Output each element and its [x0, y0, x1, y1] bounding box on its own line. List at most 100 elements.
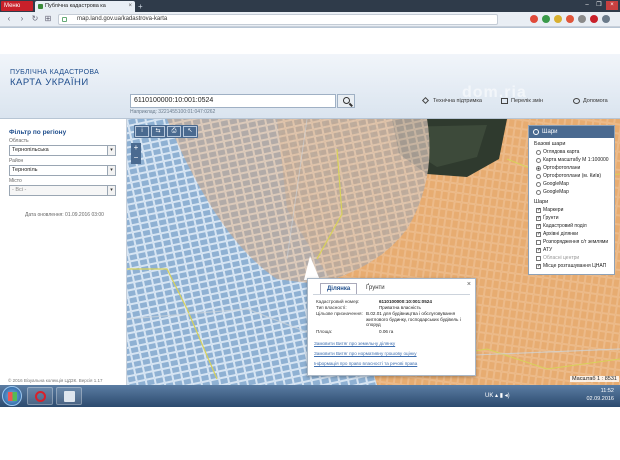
extension-icon[interactable] — [530, 15, 538, 23]
maximize-button[interactable]: ❐ — [594, 1, 604, 10]
start-button[interactable] — [2, 386, 22, 406]
close-window-button[interactable]: × — [606, 1, 618, 10]
layer-checkbox-soils[interactable]: Ґрунти — [536, 215, 559, 222]
ownership-value: Приватна власність — [379, 305, 421, 310]
extension-icon[interactable] — [578, 15, 586, 23]
back-icon[interactable]: ‹ — [4, 14, 14, 24]
parcel-info-popup: Ділянка Ґрунти × Кадастровий номер: 6110… — [307, 278, 476, 376]
clock[interactable]: 11:52 02.09.2016 — [586, 387, 614, 403]
page-info-icon[interactable] — [62, 17, 67, 22]
layers-panel: Шари Базові шари Оглядова карта Карта ма… — [528, 125, 615, 275]
base-layer-option[interactable]: GoogleMap — [536, 181, 569, 188]
taskbar-app[interactable] — [56, 387, 82, 405]
clock-time: 11:52 — [600, 388, 614, 394]
city-select[interactable]: - Всі - ▾ — [9, 185, 116, 196]
base-layer-option[interactable]: Оглядова карта — [536, 149, 579, 156]
site-favicon-icon — [38, 4, 43, 9]
site-header — [0, 54, 620, 119]
zoom-out-button[interactable]: − — [131, 153, 141, 163]
popup-pointer — [304, 256, 320, 280]
search-icon — [343, 97, 350, 104]
layer-checkbox-cnap[interactable]: Місце розташування ЦНАП — [536, 263, 606, 270]
reload-icon[interactable]: ↻ — [30, 14, 40, 24]
chevron-down-icon: ▾ — [107, 166, 115, 175]
radio-icon — [536, 190, 541, 195]
minimize-button[interactable]: – — [582, 1, 592, 10]
order-parcel-extract-link[interactable]: Замовити Витяг про земельну ділянку — [314, 341, 395, 346]
taskbar-opera[interactable] — [27, 387, 53, 405]
base-layer-option[interactable]: GoogleMap — [536, 189, 569, 196]
extension-icon[interactable] — [566, 15, 574, 23]
base-layer-option[interactable]: Карта масштабу М 1:100000 — [536, 157, 609, 164]
radio-icon — [536, 158, 541, 163]
forward-icon[interactable]: › — [17, 14, 27, 24]
radio-icon — [536, 174, 541, 179]
map-scale: Масштаб 1 : 8531 — [570, 376, 619, 382]
opera-icon — [35, 391, 46, 402]
overlay-layers-title: Шари — [534, 199, 549, 205]
address-bar: ‹ › ↻ ⊞ map.land.gov.ua/kadastrova-karta — [0, 12, 620, 27]
tab-close-icon[interactable]: × — [128, 1, 132, 12]
ownership-info-link[interactable]: Інформація про право власності та речові… — [314, 361, 417, 366]
region-select[interactable]: Тернопільська ▾ — [9, 145, 116, 156]
clock-date: 02.09.2016 — [586, 396, 614, 402]
tab-soils[interactable]: Ґрунти — [360, 283, 391, 294]
layers-header[interactable]: Шари — [529, 126, 614, 138]
layer-checkbox-markers[interactable]: Маркери — [536, 207, 563, 214]
gear-icon — [533, 129, 539, 135]
taskbar: UK ▴ ▮ ◂) 11:52 02.09.2016 — [0, 385, 620, 407]
site-title-line1: ПУБЛІЧНА КАДАСТРОВА — [10, 69, 100, 76]
extension-icon[interactable] — [554, 15, 562, 23]
area-label: Площа: — [316, 329, 333, 334]
language-indicator[interactable]: UK — [485, 393, 493, 399]
measure-tool-button[interactable]: ⇆ — [151, 126, 165, 137]
base-layers-title: Базові шари — [534, 141, 566, 147]
extension-icon[interactable] — [542, 15, 550, 23]
district-label: Район — [9, 158, 24, 164]
browser-menu-button[interactable]: Меню — [1, 1, 33, 11]
tab-title: Публічна кадастрова ка — [45, 3, 106, 9]
tray-icons: UK ▴ ▮ ◂) — [485, 392, 510, 399]
browser-tab-bar: Меню Публічна кадастрова ка × + – ❐ × — [0, 0, 620, 12]
search-button[interactable] — [337, 94, 355, 108]
layer-checkbox-centers[interactable]: Обласні центри — [536, 255, 579, 262]
select-tool-button[interactable]: ↖ — [183, 126, 197, 137]
city-label: Місто — [9, 178, 22, 184]
url-text: map.land.gov.ua/kadastrova-karta — [77, 16, 168, 22]
layer-checkbox-atu[interactable]: АТУ — [536, 247, 552, 254]
base-layer-option[interactable]: Ортофотоплани — [536, 165, 580, 172]
area-value: 0.06 га — [379, 329, 394, 334]
checkbox-checked-icon — [536, 223, 541, 230]
tray-icon[interactable]: ▴ ▮ ◂) — [495, 393, 510, 399]
district-select[interactable]: Тернопіль ▾ — [9, 165, 116, 176]
wrench-icon — [421, 96, 430, 105]
base-layer-option[interactable]: Ортофотоплани (м. Київ) — [536, 173, 601, 180]
region-label: Область — [9, 138, 29, 144]
new-tab-icon[interactable]: + — [138, 3, 143, 11]
close-icon[interactable]: × — [467, 281, 471, 288]
layer-checkbox-agri[interactable]: Розпорядження с/г землями — [536, 239, 608, 246]
opera-icon[interactable] — [590, 15, 598, 23]
order-valuation-extract-link[interactable]: Замовити Витяг про нормативну грошову оц… — [314, 351, 417, 356]
zoom-in-button[interactable]: + — [131, 143, 141, 153]
app-icon — [64, 391, 75, 402]
print-tool-button[interactable]: ⎙ — [167, 126, 181, 137]
zoom-control: + − — [131, 143, 141, 164]
extension-icon[interactable] — [602, 15, 610, 23]
layer-checkbox-cadastre[interactable]: Кадастровий поділ — [536, 223, 587, 230]
browser-tab[interactable]: Публічна кадастрова ка × — [35, 1, 135, 12]
background — [0, 407, 620, 460]
speed-dial-icon[interactable]: ⊞ — [43, 14, 53, 24]
info-tool-button[interactable]: i — [135, 126, 149, 137]
cadastral-search-input[interactable]: 6110100000:10:001:0524 — [130, 94, 336, 108]
checkbox-icon — [536, 256, 541, 261]
watermark: dom.ria — [462, 84, 527, 101]
purpose-value: В.02.01 для будівництва і обслуговування… — [366, 311, 461, 327]
site-title-line2: КАРТА УКРАЇНИ — [10, 77, 89, 88]
windows-logo-icon — [8, 392, 17, 401]
cadastral-number-label: Кадастровий номер: — [316, 299, 360, 304]
layer-checkbox-archive[interactable]: Архівні ділянки — [536, 231, 578, 238]
help-link[interactable]: Допомога — [573, 96, 608, 106]
url-input[interactable]: map.land.gov.ua/kadastrova-karta — [58, 14, 498, 25]
tab-parcel[interactable]: Ділянка — [320, 283, 358, 294]
